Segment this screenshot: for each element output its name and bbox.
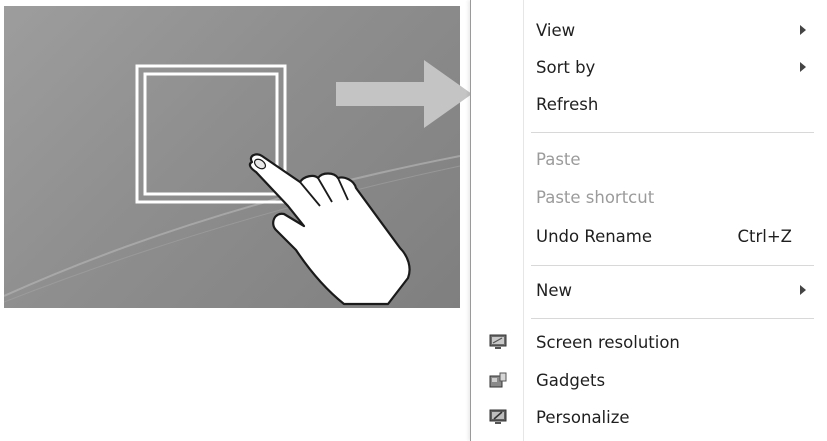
- personalize-icon: [489, 409, 507, 424]
- menu-separator: [531, 265, 814, 266]
- menu-item-new[interactable]: New: [471, 273, 826, 307]
- menu-item-personalize[interactable]: Personalize: [471, 400, 826, 434]
- menu-item-sort-by[interactable]: Sort by: [471, 50, 826, 84]
- menu-item-label: Refresh: [536, 94, 599, 114]
- menu-item-label: Sort by: [536, 57, 596, 77]
- menu-separator: [531, 318, 814, 319]
- menu-item-label: Paste shortcut: [536, 187, 655, 207]
- menu-item-shortcut: Ctrl+Z: [737, 226, 793, 246]
- menu-item-label: View: [536, 20, 576, 40]
- menu-item-label: Undo Rename: [536, 226, 653, 246]
- menu-item-undo-rename[interactable]: Undo Rename Ctrl+Z: [471, 219, 826, 253]
- context-menu: View Sort by Refresh Paste Paste shortcu…: [470, 0, 826, 441]
- menu-item-label: Screen resolution: [536, 332, 680, 352]
- selection-rectangle: [135, 64, 287, 204]
- submenu-arrow-icon: [800, 25, 806, 35]
- menu-item-view[interactable]: View: [471, 13, 826, 47]
- menu-item-refresh[interactable]: Refresh: [471, 87, 826, 121]
- desktop-area[interactable]: [4, 6, 460, 308]
- menu-item-label: Personalize: [536, 407, 630, 427]
- menu-item-gadgets[interactable]: Gadgets: [471, 363, 826, 397]
- menu-item-paste: Paste: [471, 142, 826, 176]
- menu-item-label: Gadgets: [536, 370, 606, 390]
- arrow-right-icon: [336, 60, 472, 128]
- screen-resolution-icon: [489, 334, 507, 349]
- menu-item-label: New: [536, 280, 572, 300]
- desktop-illustration: [4, 64, 460, 306]
- menu-item-label: Paste: [536, 149, 581, 169]
- submenu-arrow-icon: [800, 285, 806, 295]
- gadgets-icon: [489, 372, 507, 388]
- submenu-arrow-icon: [800, 62, 806, 72]
- menu-item-screen-resolution[interactable]: Screen resolution: [471, 325, 826, 359]
- menu-separator: [531, 132, 814, 133]
- menu-item-paste-shortcut: Paste shortcut: [471, 180, 826, 214]
- hand-pointer-icon: [248, 153, 411, 306]
